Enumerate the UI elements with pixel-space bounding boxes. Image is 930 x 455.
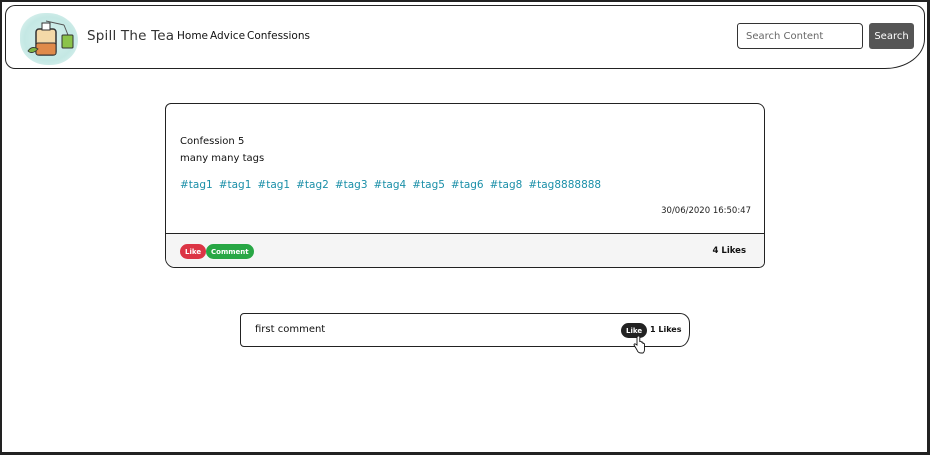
search-button[interactable]: Search <box>869 23 914 49</box>
confession-card: Confession 5 many many tags #tag1 #tag1 … <box>165 103 765 268</box>
confession-timestamp: 30/06/2020 16:50:47 <box>661 206 751 216</box>
comment-like-count: 1 Likes <box>650 325 682 334</box>
tag-link[interactable]: #tag8 <box>490 179 523 191</box>
tag-link[interactable]: #tag4 <box>374 179 407 191</box>
comment-button[interactable]: Comment <box>206 244 254 259</box>
tag-link[interactable]: #tag8888888 <box>528 179 601 191</box>
search-input[interactable] <box>737 23 863 49</box>
tag-link[interactable]: #tag1 <box>257 179 290 191</box>
tea-bag-logo-icon[interactable] <box>20 13 78 65</box>
brand-name[interactable]: Spill The Tea <box>87 28 174 44</box>
tag-list: #tag1 #tag1 #tag1 #tag2 #tag3 #tag4 #tag… <box>180 179 601 191</box>
tag-link[interactable]: #tag2 <box>296 179 329 191</box>
confession-footer: Like Comment 4 Likes <box>166 233 764 267</box>
like-button[interactable]: Like <box>180 244 207 259</box>
tag-link[interactable]: #tag5 <box>412 179 445 191</box>
nav-link-home[interactable]: Home <box>177 30 208 42</box>
hand-pointer-cursor-icon <box>633 335 645 358</box>
nav-link-advice[interactable]: Advice <box>210 30 245 42</box>
tag-link[interactable]: #tag1 <box>219 179 252 191</box>
confession-body: many many tags <box>180 153 265 164</box>
tag-link[interactable]: #tag1 <box>180 179 213 191</box>
tag-link[interactable]: #tag3 <box>335 179 368 191</box>
comment-text: first comment <box>255 324 326 335</box>
like-count: 4 Likes <box>712 246 746 256</box>
tag-link[interactable]: #tag6 <box>451 179 484 191</box>
navbar: Spill The Tea Home Advice Confessions Se… <box>5 5 925 69</box>
comment-card: first comment Like 1 Likes <box>240 313 690 347</box>
confession-title: Confession 5 <box>180 136 245 147</box>
nav-link-confessions[interactable]: Confessions <box>247 30 310 42</box>
